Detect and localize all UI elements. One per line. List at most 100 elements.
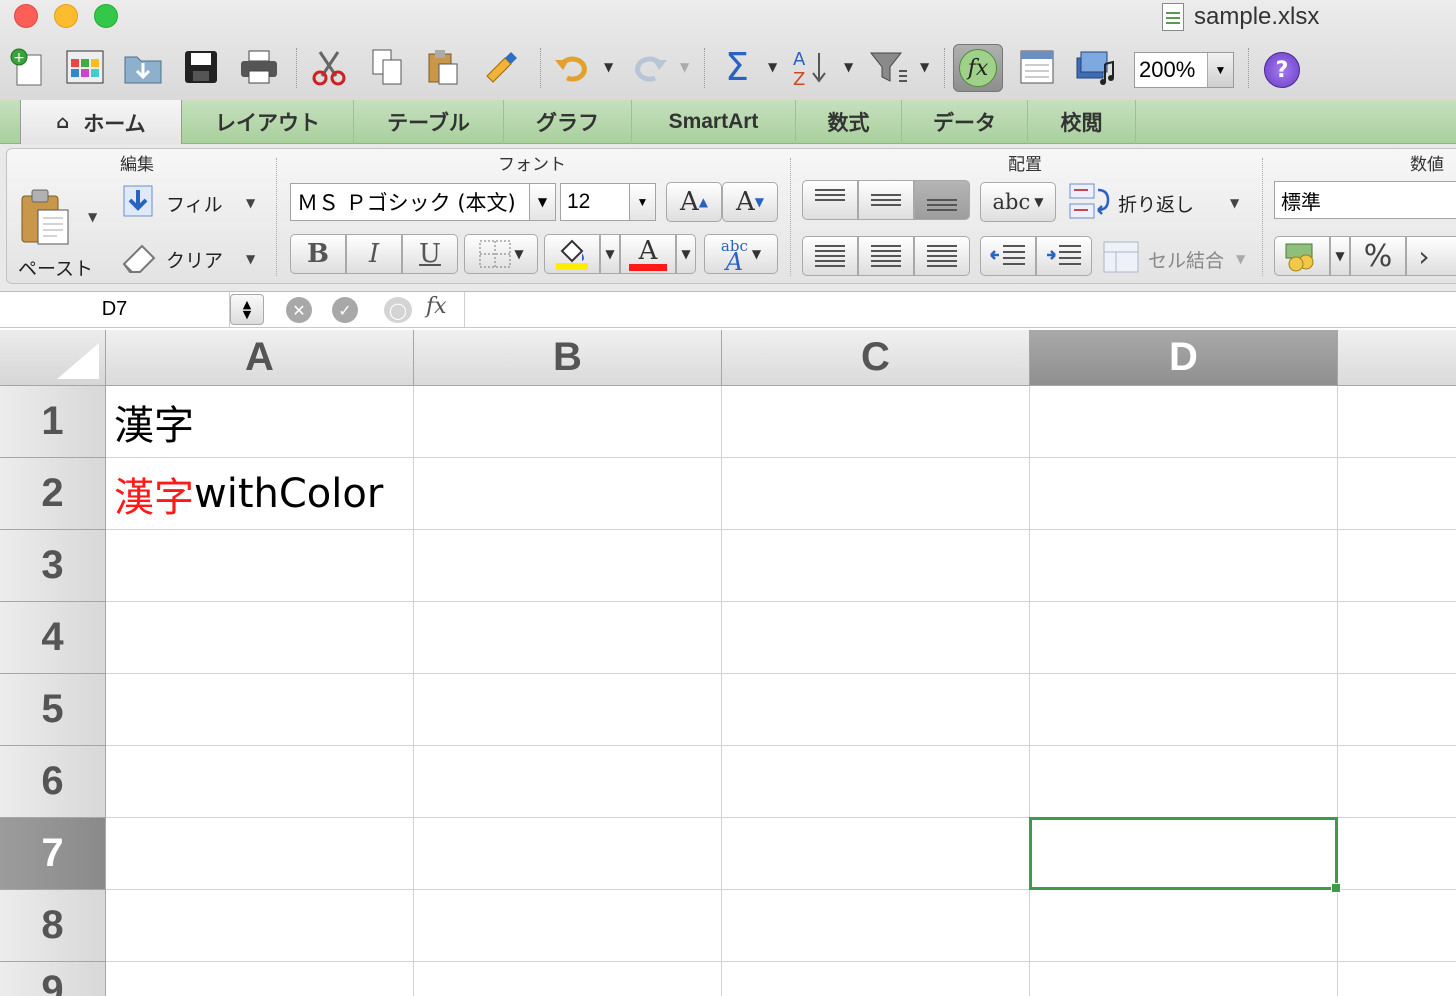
align-left-button[interactable] bbox=[802, 236, 858, 276]
format-painter-icon[interactable] bbox=[478, 44, 524, 90]
column-header-e[interactable] bbox=[1338, 330, 1456, 386]
grid-cell[interactable] bbox=[722, 386, 1030, 458]
paste-button[interactable] bbox=[18, 186, 74, 252]
zoom-dropdown-icon[interactable]: ▼ bbox=[1207, 53, 1233, 87]
borders-button[interactable]: ▼ bbox=[464, 234, 538, 274]
autosum-dropdown-icon[interactable]: ▼ bbox=[768, 60, 777, 74]
column-header-b[interactable]: B bbox=[414, 330, 722, 386]
accounting-format-button[interactable] bbox=[1274, 236, 1330, 276]
sort-dropdown-icon[interactable]: ▼ bbox=[844, 60, 853, 74]
grid-cell[interactable] bbox=[722, 602, 1030, 674]
grid-cell[interactable] bbox=[414, 386, 722, 458]
formula-builder-button[interactable]: fx bbox=[953, 44, 1003, 92]
grid-cell[interactable] bbox=[414, 530, 722, 602]
new-document-icon[interactable]: + bbox=[4, 44, 50, 90]
accounting-format-dropdown[interactable]: ▼ bbox=[1330, 236, 1350, 276]
font-size-dropdown-icon[interactable]: ▼ bbox=[629, 184, 655, 220]
tab-smartart[interactable]: SmartArt bbox=[632, 100, 796, 144]
grid-cell[interactable] bbox=[1030, 818, 1338, 890]
align-middle-button[interactable] bbox=[858, 180, 914, 220]
fill-color-dropdown[interactable]: ▼ bbox=[600, 234, 620, 274]
shrink-font-button[interactable]: A ▼ bbox=[722, 182, 778, 222]
decrease-indent-button[interactable] bbox=[980, 236, 1036, 276]
redo-icon[interactable] bbox=[626, 44, 672, 90]
media-browser-icon[interactable] bbox=[1072, 44, 1118, 90]
grid-cell[interactable] bbox=[1030, 530, 1338, 602]
undo-dropdown-icon[interactable]: ▼ bbox=[604, 60, 613, 74]
grow-font-button[interactable]: A ▲ bbox=[666, 182, 722, 222]
align-right-button[interactable] bbox=[914, 236, 970, 276]
row-header-2[interactable]: 2 bbox=[0, 458, 106, 530]
show-hide-pane-icon[interactable] bbox=[1014, 44, 1060, 90]
grid-cell[interactable] bbox=[1338, 746, 1456, 818]
minimize-window-button[interactable] bbox=[54, 4, 78, 28]
fill-label[interactable]: フィル bbox=[166, 190, 223, 217]
grid-cell[interactable] bbox=[106, 962, 414, 996]
copy-icon[interactable] bbox=[364, 44, 410, 90]
insert-function-icon[interactable]: fx bbox=[426, 294, 447, 319]
grid-cell[interactable] bbox=[414, 746, 722, 818]
undo-icon[interactable] bbox=[550, 44, 596, 90]
grid-cell[interactable] bbox=[722, 458, 1030, 530]
clear-label[interactable]: クリア bbox=[166, 246, 223, 273]
number-format-combo[interactable]: 標準 bbox=[1274, 181, 1456, 219]
clear-eraser-icon[interactable] bbox=[120, 242, 158, 278]
grid-cell[interactable] bbox=[414, 602, 722, 674]
autosum-icon[interactable]: Σ bbox=[714, 44, 760, 90]
grid-cell[interactable] bbox=[414, 674, 722, 746]
formula-builder-toggle-icon[interactable]: ◯ bbox=[384, 297, 412, 323]
open-folder-icon[interactable] bbox=[120, 44, 166, 90]
borders-dropdown-icon[interactable]: ▼ bbox=[514, 247, 523, 261]
grid-cell[interactable] bbox=[106, 818, 414, 890]
cut-icon[interactable] bbox=[306, 44, 352, 90]
tab-tables[interactable]: テーブル bbox=[354, 100, 504, 144]
text-effects-button[interactable]: abc A ▼ bbox=[704, 234, 778, 274]
paste-dropdown-icon[interactable]: ▼ bbox=[88, 210, 97, 224]
tab-layout[interactable]: レイアウト bbox=[182, 100, 354, 144]
clear-dropdown-icon[interactable]: ▼ bbox=[246, 252, 255, 266]
name-box[interactable]: D7 bbox=[0, 292, 230, 327]
grid-cell[interactable] bbox=[414, 458, 722, 530]
row-header-1[interactable]: 1 bbox=[0, 386, 106, 458]
sort-icon[interactable]: AZ bbox=[788, 44, 834, 90]
grid-cell[interactable] bbox=[414, 890, 722, 962]
name-box-stepper[interactable]: ▲ ▼ bbox=[230, 294, 264, 325]
fill-icon[interactable] bbox=[122, 184, 154, 222]
grid-cell[interactable] bbox=[1338, 674, 1456, 746]
help-button[interactable]: ? bbox=[1264, 52, 1300, 88]
fill-color-button[interactable] bbox=[544, 234, 600, 274]
grid-cell[interactable] bbox=[722, 674, 1030, 746]
column-header-d[interactable]: D bbox=[1030, 330, 1338, 386]
grid-cell[interactable] bbox=[1030, 962, 1338, 996]
select-all-corner[interactable] bbox=[0, 330, 106, 386]
grid-cell[interactable] bbox=[722, 746, 1030, 818]
align-top-button[interactable] bbox=[802, 180, 858, 220]
filter-icon[interactable] bbox=[866, 44, 912, 90]
tab-formulas[interactable]: 数式 bbox=[796, 100, 902, 144]
grid-cell[interactable] bbox=[722, 962, 1030, 996]
grid-cell[interactable] bbox=[106, 602, 414, 674]
grid-cell[interactable] bbox=[1030, 602, 1338, 674]
row-header-5[interactable]: 5 bbox=[0, 674, 106, 746]
grid-cell[interactable] bbox=[1338, 962, 1456, 996]
grid-cell[interactable] bbox=[1338, 818, 1456, 890]
font-color-button[interactable]: A bbox=[620, 234, 676, 274]
cell-a2[interactable]: 漢字 withColor bbox=[106, 458, 414, 530]
font-size-combo[interactable]: 12 ▼ bbox=[560, 183, 656, 221]
grid-cell[interactable] bbox=[1338, 602, 1456, 674]
bold-button[interactable]: B bbox=[290, 234, 346, 274]
align-bottom-button[interactable] bbox=[914, 180, 970, 220]
font-name-dropdown-icon[interactable]: ▼ bbox=[529, 184, 555, 220]
grid-cell[interactable] bbox=[106, 674, 414, 746]
text-effects-dropdown-icon[interactable]: ▼ bbox=[752, 247, 761, 261]
formula-input[interactable] bbox=[464, 292, 1456, 327]
grid-cell[interactable] bbox=[722, 818, 1030, 890]
tab-charts[interactable]: グラフ bbox=[504, 100, 632, 144]
grid-cell[interactable] bbox=[1030, 890, 1338, 962]
grid-cell[interactable] bbox=[106, 746, 414, 818]
font-color-dropdown[interactable]: ▼ bbox=[676, 234, 696, 274]
orientation-dropdown-icon[interactable]: ▼ bbox=[1034, 195, 1043, 209]
redo-dropdown-icon[interactable]: ▼ bbox=[680, 60, 689, 74]
zoom-window-button[interactable] bbox=[94, 4, 118, 28]
wrap-text-icon[interactable] bbox=[1068, 182, 1110, 226]
